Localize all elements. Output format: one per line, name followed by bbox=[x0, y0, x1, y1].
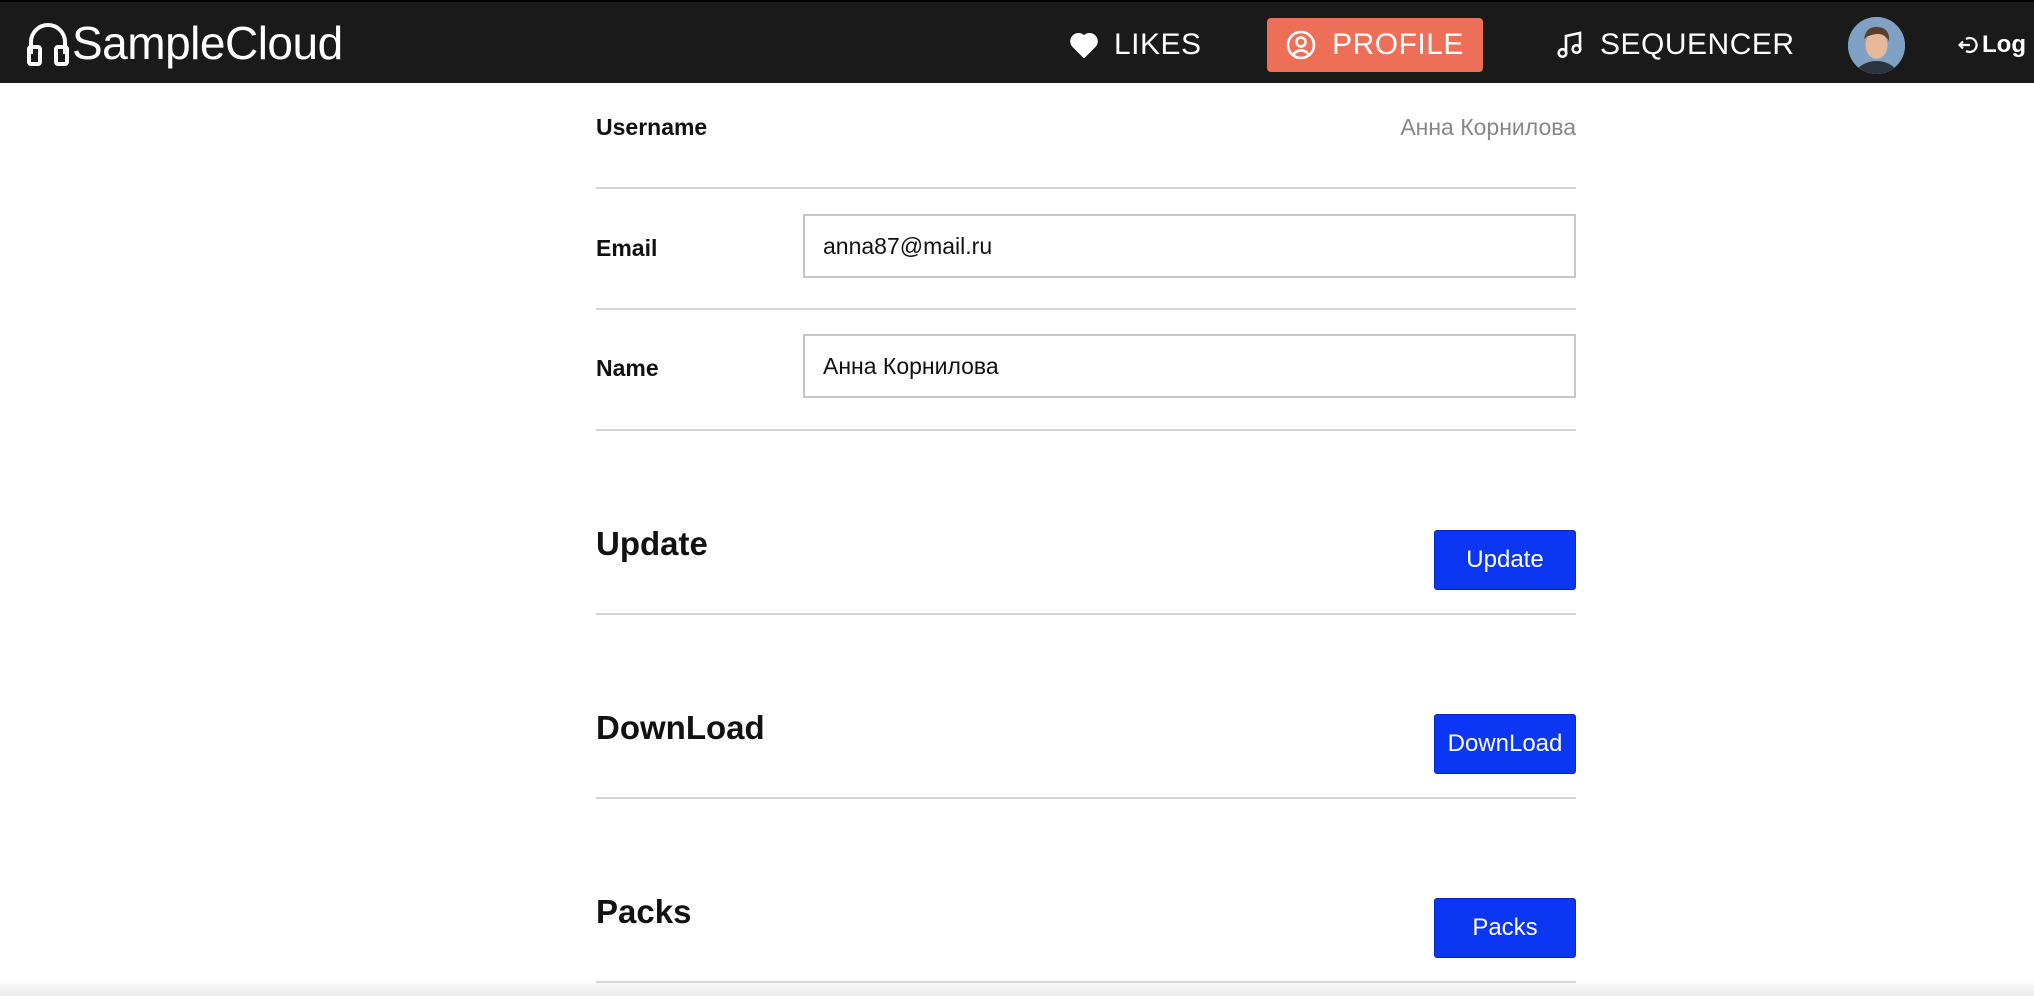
brand[interactable]: SampleCloud bbox=[26, 17, 343, 69]
nav-profile[interactable]: PROFILE bbox=[1267, 18, 1483, 72]
name-label: Name bbox=[596, 355, 659, 381]
headphones-icon bbox=[27, 23, 69, 66]
user-avatar-icon bbox=[1848, 17, 1905, 74]
user-circle-icon bbox=[1286, 30, 1316, 60]
update-button[interactable]: Update bbox=[1434, 530, 1576, 590]
nav-likes-label: LIKES bbox=[1114, 28, 1202, 61]
update-section: Update Update bbox=[596, 431, 1576, 615]
heart-icon bbox=[1070, 32, 1098, 58]
brand-name: SampleCloud bbox=[72, 17, 343, 69]
packs-button[interactable]: Packs bbox=[1434, 898, 1576, 958]
nav-likes[interactable]: LIKES bbox=[1070, 18, 1202, 72]
top-navigation-bar: SampleCloud LIKES PROFILE SEQUENCER Log bbox=[0, 0, 2034, 83]
update-title: Update bbox=[596, 525, 708, 562]
avatar[interactable] bbox=[1848, 17, 1905, 74]
name-field[interactable] bbox=[803, 334, 1576, 398]
bottom-shadow bbox=[0, 980, 2034, 996]
packs-section: Packs Packs bbox=[596, 799, 1576, 983]
username-row: Username Анна Корнилова bbox=[596, 83, 1576, 189]
download-button[interactable]: DownLoad bbox=[1434, 714, 1576, 774]
logout-button[interactable]: Log bbox=[1958, 28, 2026, 62]
username-label: Username bbox=[596, 114, 708, 140]
download-section: DownLoad DownLoad bbox=[596, 615, 1576, 799]
email-row: Email bbox=[596, 189, 1576, 310]
packs-title: Packs bbox=[596, 893, 692, 930]
logout-icon bbox=[1958, 36, 1978, 54]
logout-label: Log bbox=[1982, 31, 2026, 58]
name-row: Name bbox=[596, 310, 1576, 431]
download-title: DownLoad bbox=[596, 709, 765, 746]
email-field[interactable] bbox=[803, 214, 1576, 278]
email-label: Email bbox=[596, 235, 658, 261]
nav-sequencer-label: SEQUENCER bbox=[1600, 28, 1795, 61]
music-note-icon bbox=[1557, 31, 1582, 59]
nav-profile-label: PROFILE bbox=[1332, 28, 1464, 61]
username-value: Анна Корнилова bbox=[1400, 114, 1576, 140]
nav-sequencer[interactable]: SEQUENCER bbox=[1556, 18, 1795, 72]
